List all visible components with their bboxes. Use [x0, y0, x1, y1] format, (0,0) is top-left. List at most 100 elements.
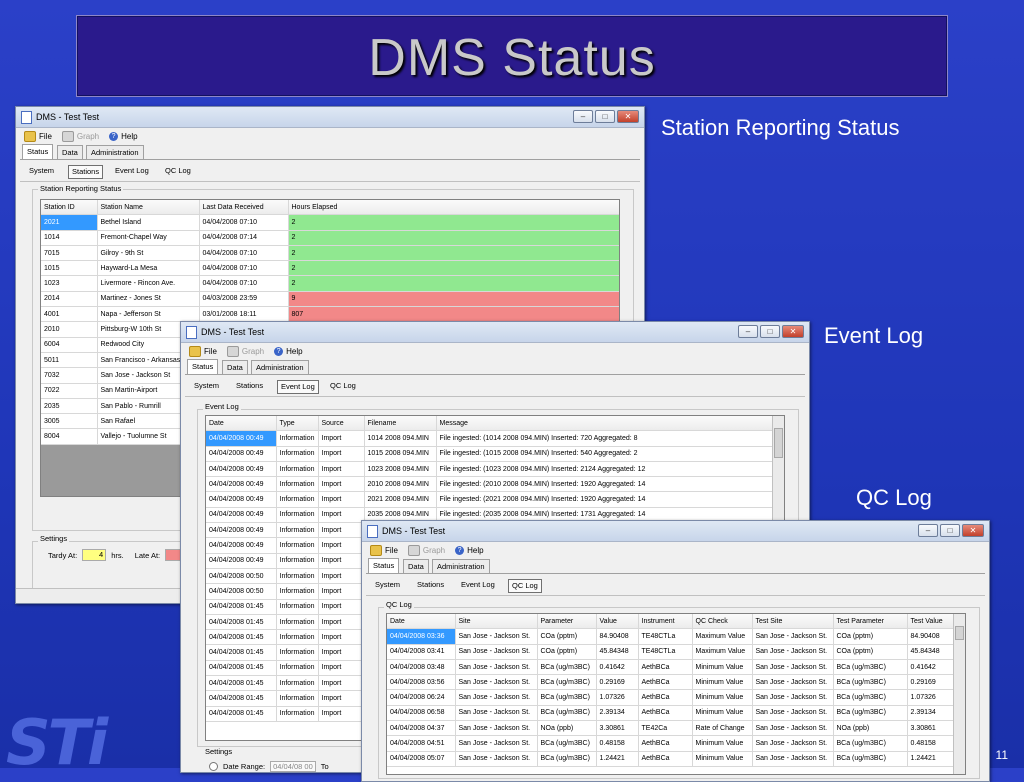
- table-row[interactable]: 04/04/2008 06:24 San Jose - Jackson St. BC…: [387, 689, 954, 706]
- date-from-input[interactable]: 04/04/08 00: [270, 761, 316, 772]
- table-row[interactable]: 7015 Gilroy - 9th St 04/04/2008 07:10 2: [41, 245, 619, 262]
- column-header[interactable]: Filename: [364, 416, 437, 432]
- subtab-event-log[interactable]: Event Log: [277, 380, 319, 394]
- subtab-system[interactable]: System: [26, 165, 57, 177]
- subtab-qc-log[interactable]: QC Log: [162, 165, 194, 177]
- menu-graph[interactable]: Graph: [61, 130, 99, 142]
- subtab-event-log[interactable]: Event Log: [458, 579, 498, 591]
- late-color-swatch[interactable]: [165, 549, 182, 561]
- menu-help[interactable]: ? Help: [274, 346, 303, 356]
- column-header[interactable]: Last Data Received: [199, 200, 289, 216]
- table-row[interactable]: 2014 Martinez - Jones St 04/03/2008 23:59 9: [41, 291, 619, 308]
- tab-data[interactable]: Data: [57, 145, 83, 159]
- table-cell: 1015 2008 094.MIN: [364, 446, 437, 462]
- table-row[interactable]: 04/04/2008 04:51 San Jose - Jackson St. BC…: [387, 735, 954, 752]
- qc-grid[interactable]: Date Site Parameter Value Instrument QC Check…: [386, 613, 966, 775]
- table-row[interactable]: 04/04/2008 03:36 San Jose - Jackson St. CO…: [387, 628, 954, 645]
- table-cell: 4001: [41, 306, 98, 323]
- table-row[interactable]: 04/04/2008 05:07 San Jose - Jackson St. BC…: [387, 751, 954, 767]
- table-cell: AethBCa: [638, 751, 693, 767]
- column-header[interactable]: Test Value: [907, 614, 954, 630]
- table-row[interactable]: 04/04/2008 03:56 San Jose - Jackson St. BC…: [387, 674, 954, 691]
- date-range-radio[interactable]: [209, 762, 218, 771]
- table-cell: 04/04/2008 06:24: [387, 689, 456, 706]
- table-cell: TE48CTLa: [638, 628, 693, 645]
- table-cell: 04/03/2008 23:59: [199, 291, 289, 308]
- menu-file[interactable]: File: [189, 345, 217, 357]
- table-cell: 04/04/2008 00:49: [206, 430, 277, 447]
- column-header[interactable]: Value: [596, 614, 639, 630]
- table-row[interactable]: 2021 Bethel Island 04/04/2008 07:10 2: [41, 214, 619, 231]
- subtab-system[interactable]: System: [191, 380, 222, 392]
- tab-administration[interactable]: Administration: [432, 559, 490, 573]
- column-header[interactable]: Parameter: [537, 614, 597, 630]
- table-row[interactable]: 04/04/2008 00:49 Information Import 1023 20…: [206, 461, 773, 478]
- tab-administration[interactable]: Administration: [86, 145, 144, 159]
- subtab-system[interactable]: System: [372, 579, 403, 591]
- tab-data[interactable]: Data: [403, 559, 429, 573]
- qc-scrollbar[interactable]: [953, 614, 965, 774]
- subtab-stations[interactable]: Stations: [414, 579, 447, 591]
- column-header[interactable]: Instrument: [638, 614, 693, 630]
- table-row[interactable]: 04/04/2008 03:41 San Jose - Jackson St. CO…: [387, 644, 954, 660]
- column-header[interactable]: QC Check: [692, 614, 753, 630]
- maximize-button[interactable]: □: [940, 524, 960, 537]
- minimize-button[interactable]: –: [738, 325, 758, 338]
- column-header[interactable]: Test Parameter: [833, 614, 908, 630]
- table-cell: Minimum Value: [692, 735, 753, 752]
- maximize-button[interactable]: □: [595, 110, 615, 123]
- tab-status[interactable]: Status: [368, 558, 400, 573]
- table-row[interactable]: 04/04/2008 00:49 Information Import 1015 20…: [206, 446, 773, 462]
- column-header[interactable]: Site: [455, 614, 538, 630]
- column-header[interactable]: Date: [206, 416, 277, 432]
- date-range-label: Date Range:: [223, 762, 266, 771]
- qc-log-label: QC Log: [384, 600, 414, 609]
- table-cell: 04/04/2008 01:45: [206, 644, 277, 661]
- close-button[interactable]: ✕: [962, 524, 984, 537]
- column-header[interactable]: Type: [276, 416, 319, 432]
- tab-status[interactable]: Status: [22, 144, 54, 159]
- tab-status[interactable]: Status: [187, 359, 219, 374]
- tab-administration[interactable]: Administration: [251, 360, 309, 374]
- menu-file[interactable]: File: [370, 544, 398, 556]
- column-header[interactable]: Date: [387, 614, 456, 630]
- menu-file[interactable]: File: [24, 130, 52, 142]
- subtab-stations[interactable]: Stations: [68, 165, 104, 179]
- table-row[interactable]: 04/04/2008 03:48 San Jose - Jackson St. BC…: [387, 659, 954, 676]
- menu-graph[interactable]: Graph: [407, 544, 445, 556]
- close-button[interactable]: ✕: [617, 110, 639, 123]
- close-button[interactable]: ✕: [782, 325, 804, 338]
- table-row[interactable]: 04/04/2008 06:58 San Jose - Jackson St. BC…: [387, 705, 954, 722]
- table-row[interactable]: 1015 Hayward-La Mesa 04/04/2008 07:10 2: [41, 260, 619, 277]
- minimize-button[interactable]: –: [918, 524, 938, 537]
- table-row[interactable]: 1014 Fremont-Chapel Way 04/04/2008 07:14 2: [41, 230, 619, 246]
- table-cell: 6004: [41, 337, 98, 353]
- subtab-stations[interactable]: Stations: [233, 380, 266, 392]
- column-header[interactable]: Station Name: [97, 200, 200, 216]
- caption-event-log: Event Log: [824, 323, 924, 348]
- column-header[interactable]: Message: [436, 416, 773, 432]
- table-row[interactable]: 4001 Napa - Jefferson St 03/01/2008 18:11 8…: [41, 306, 619, 323]
- menu-help[interactable]: ? Help: [455, 545, 484, 555]
- table-row[interactable]: 04/04/2008 04:37 San Jose - Jackson St. NO…: [387, 720, 954, 737]
- scroll-thumb[interactable]: [955, 626, 964, 640]
- scroll-thumb[interactable]: [774, 428, 783, 458]
- column-header[interactable]: Test Site: [752, 614, 834, 630]
- menu-help[interactable]: ? Help: [109, 131, 138, 141]
- column-header[interactable]: Station ID: [41, 200, 98, 216]
- column-header[interactable]: Hours Elapsed: [288, 200, 619, 216]
- subtab-qc-log[interactable]: QC Log: [508, 579, 542, 593]
- subtab-event-log[interactable]: Event Log: [112, 165, 152, 177]
- tab-data[interactable]: Data: [222, 360, 248, 374]
- column-header[interactable]: Source: [318, 416, 365, 432]
- table-row[interactable]: 04/04/2008 00:49 Information Import 2021 20…: [206, 491, 773, 508]
- table-row[interactable]: 1023 Livermore - Rincon Ave. 04/04/2008 07…: [41, 275, 619, 292]
- menu-graph[interactable]: Graph: [226, 345, 264, 357]
- subtab-qc-log[interactable]: QC Log: [327, 380, 359, 392]
- table-cell: Information: [276, 660, 319, 677]
- tardy-input[interactable]: 4: [82, 549, 107, 561]
- maximize-button[interactable]: □: [760, 325, 780, 338]
- minimize-button[interactable]: –: [573, 110, 593, 123]
- table-row[interactable]: 04/04/2008 00:49 Information Import 2010 20…: [206, 476, 773, 493]
- table-row[interactable]: 04/04/2008 00:49 Information Import 1014 20…: [206, 430, 773, 447]
